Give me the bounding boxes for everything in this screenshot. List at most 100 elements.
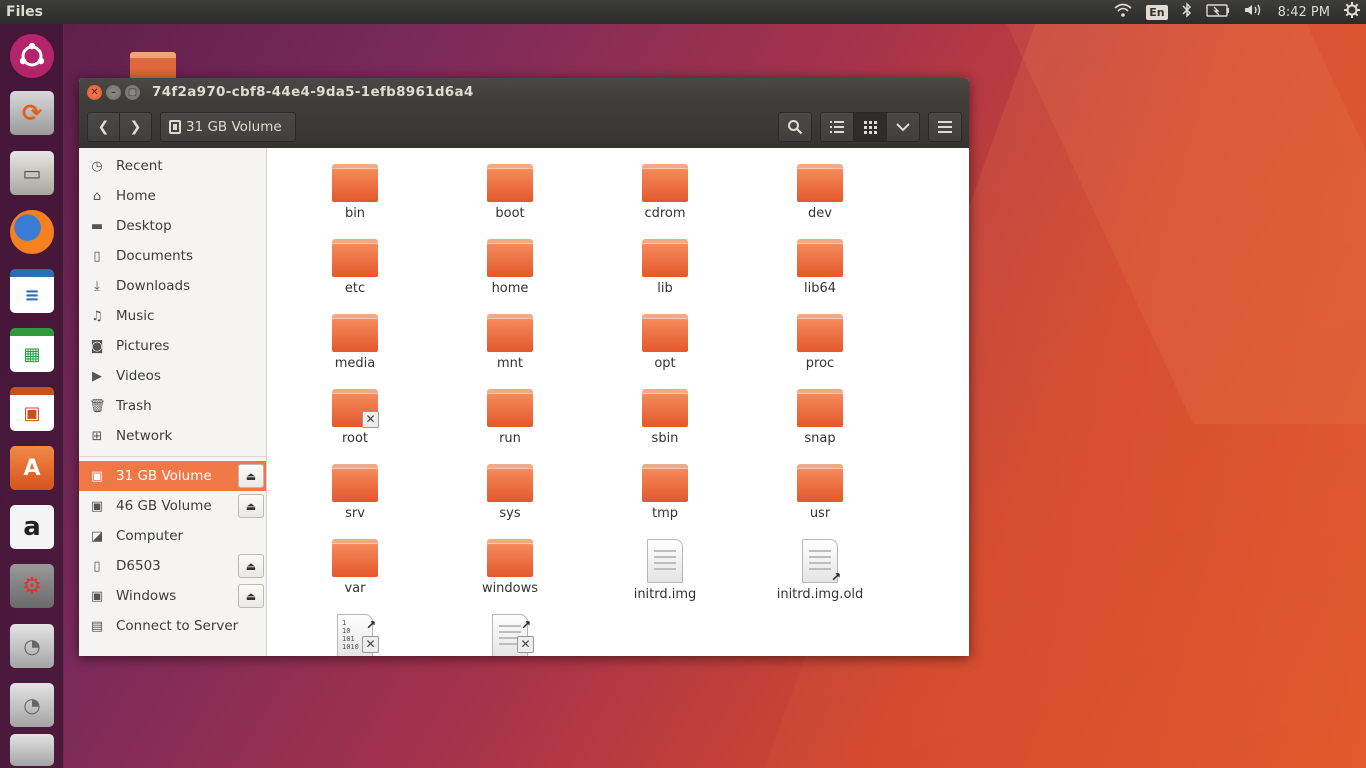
folder-item[interactable]: var [300, 539, 410, 596]
amazon-icon[interactable]: a [7, 502, 57, 552]
drive-icon[interactable]: ◔ [7, 621, 57, 671]
eject-button[interactable]: ⏏ [238, 554, 264, 578]
folder-icon [797, 239, 843, 277]
firefox-icon[interactable] [7, 207, 57, 257]
folder-item[interactable]: lib [610, 239, 720, 296]
folder-item[interactable]: sbin [610, 389, 720, 446]
volume-icon[interactable] [1244, 3, 1264, 21]
file-grid: bin boot cdrom dev etc home lib lib64 media mnt op… [267, 148, 969, 656]
folder-item[interactable]: snap [765, 389, 875, 446]
folder-item[interactable]: ✕ root [300, 389, 410, 446]
file-manager-window: ✕ – ▢ 74f2a970-cbf8-44e4-9da5-1efb8961d6… [79, 78, 969, 656]
folder-item[interactable]: etc [300, 239, 410, 296]
folder-item[interactable]: media [300, 314, 410, 371]
folder-item[interactable]: lib64 [765, 239, 875, 296]
sidebar-item-label: Music [116, 308, 155, 324]
menu-button[interactable] [928, 112, 962, 142]
sidebar-item-trash[interactable]: 🗑 Trash [79, 391, 266, 421]
folder-item[interactable]: proc [765, 314, 875, 371]
eject-button[interactable]: ⏏ [238, 584, 264, 608]
bluetooth-icon[interactable] [1182, 2, 1192, 22]
grid-view-icon [863, 120, 877, 134]
window-titlebar[interactable]: ✕ – ▢ 74f2a970-cbf8-44e4-9da5-1efb8961d6… [79, 78, 969, 106]
list-view-button[interactable] [820, 112, 854, 142]
file-item[interactable]: 1 10 101 1010 ✕ ↗ [300, 614, 410, 656]
file-name: dev [808, 206, 832, 221]
sidebar-item-home[interactable]: ⌂ Home [79, 181, 266, 211]
folder-icon [332, 239, 378, 277]
sidebar-item-recent[interactable]: ◷ Recent [79, 151, 266, 181]
sidebar-item-46gb-volume[interactable]: ▣ 46 GB Volume ⏏ [79, 491, 266, 521]
eject-button[interactable]: ⏏ [238, 464, 264, 488]
sidebar-item-windows[interactable]: ▣ Windows ⏏ [79, 581, 266, 611]
drive-icon[interactable]: ◔ [7, 680, 57, 730]
folder-item[interactable]: dev [765, 164, 875, 221]
sidebar-item-connect-to-server[interactable]: ▤ Connect to Server [79, 611, 266, 641]
file-name: initrd.img.old [776, 587, 864, 602]
eject-icon: ⏏ [245, 589, 257, 603]
folder-item[interactable]: mnt [455, 314, 565, 371]
folder-item[interactable]: srv [300, 464, 410, 521]
search-button[interactable] [778, 112, 812, 142]
top-panel: Files En 8:42 PM [0, 0, 1366, 24]
folder-icon [797, 389, 843, 427]
battery-icon[interactable] [1205, 3, 1230, 21]
document-icon [647, 539, 683, 583]
clock[interactable]: 8:42 PM [1278, 5, 1330, 20]
folder-item[interactable]: opt [610, 314, 720, 371]
sidebar-item-d6503[interactable]: ▯ D6503 ⏏ [79, 551, 266, 581]
gear-icon[interactable] [1344, 2, 1360, 22]
minimize-button[interactable]: – [106, 85, 121, 100]
forward-button[interactable]: ❯ [119, 112, 152, 142]
folder-item[interactable]: windows [455, 539, 565, 596]
sidebar-item-desktop[interactable]: ▬ Desktop [79, 211, 266, 241]
sidebar-item-documents[interactable]: ▯ Documents [79, 241, 266, 271]
toolbar: ❮ ❯ 31 GB Volume [79, 106, 969, 148]
keyboard-layout-indicator[interactable]: En [1146, 4, 1168, 20]
folder-item[interactable]: usr [765, 464, 875, 521]
folder-item[interactable]: cdrom [610, 164, 720, 221]
location-button[interactable]: 31 GB Volume [160, 112, 296, 142]
folder-icon [642, 164, 688, 202]
eject-icon: ⏏ [245, 559, 257, 573]
file-name: snap [804, 431, 836, 446]
system-tray: En 8:42 PM [1114, 0, 1360, 24]
folder-item[interactable]: run [455, 389, 565, 446]
back-button[interactable]: ❮ [87, 112, 120, 142]
folder-item[interactable]: bin [300, 164, 410, 221]
folder-item[interactable]: sys [455, 464, 565, 521]
sidebar-item-label: Downloads [116, 278, 191, 294]
sidebar-item-videos[interactable]: ▶ Videos [79, 361, 266, 391]
settings-icon[interactable]: ⚙ [7, 561, 57, 611]
impress-icon[interactable]: ▣ [7, 384, 57, 434]
writer-icon[interactable]: ≡ [7, 266, 57, 316]
folder-icon [487, 464, 533, 502]
software-updater-icon[interactable]: ⟳ [7, 88, 57, 138]
folder-item[interactable]: home [455, 239, 565, 296]
sidebar-item-pictures[interactable]: ◙ Pictures [79, 331, 266, 361]
view-options-button[interactable] [886, 112, 920, 142]
folder-item[interactable]: tmp [610, 464, 720, 521]
sidebar-item-31gb-volume[interactable]: ▣ 31 GB Volume ⏏ [79, 461, 266, 491]
eject-button[interactable]: ⏏ [238, 494, 264, 518]
file-name: opt [654, 356, 676, 371]
files-icon[interactable]: ▭ [7, 148, 57, 198]
software-center-icon[interactable]: A [7, 443, 57, 493]
close-button[interactable]: ✕ [87, 85, 102, 100]
folder-item[interactable]: boot [455, 164, 565, 221]
server-icon: ▤ [90, 618, 104, 634]
sidebar-item-music[interactable]: ♫ Music [79, 301, 266, 331]
file-item[interactable]: initrd.img [610, 539, 720, 602]
ubuntu-logo-icon[interactable] [7, 31, 57, 81]
file-item[interactable]: ✕ ↗ [455, 614, 565, 656]
maximize-button[interactable]: ▢ [125, 85, 140, 100]
drive-icon [169, 120, 181, 134]
drive-icon[interactable] [7, 732, 57, 768]
sidebar-item-network[interactable]: ⊞ Network [79, 421, 266, 451]
calc-icon[interactable]: ▦ [7, 325, 57, 375]
grid-view-button[interactable] [853, 112, 887, 142]
wifi-icon[interactable] [1114, 3, 1132, 21]
file-item[interactable]: ↗ initrd.img.old [765, 539, 875, 602]
sidebar-item-computer[interactable]: ◪ Computer [79, 521, 266, 551]
sidebar-item-downloads[interactable]: ⤓ Downloads [79, 271, 266, 301]
